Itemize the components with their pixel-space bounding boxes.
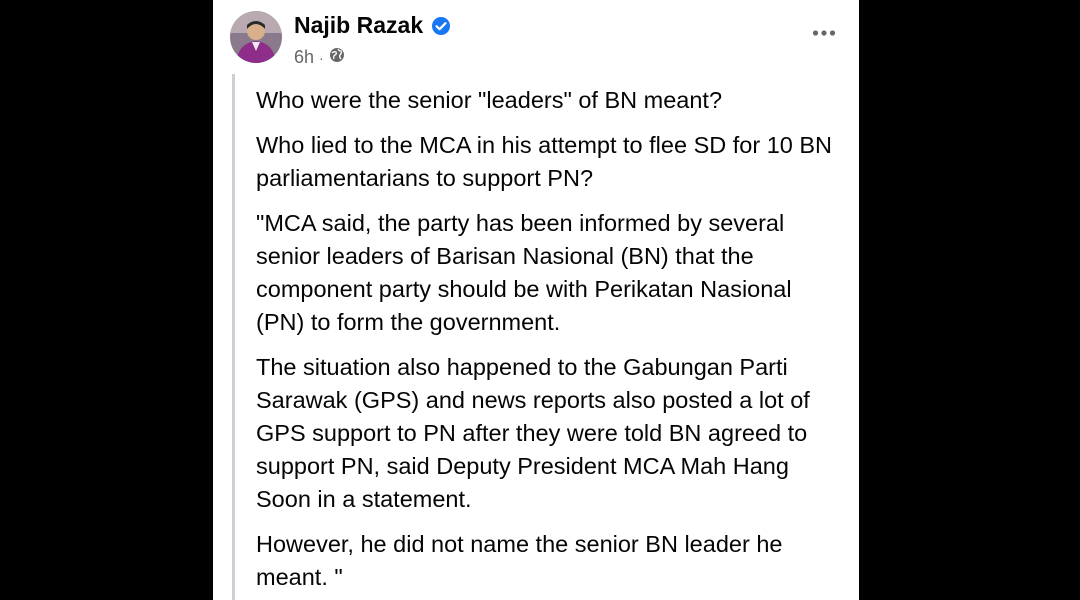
- post-body: Who were the senior "leaders" of BN mean…: [256, 84, 841, 600]
- author-header: Najib Razak: [294, 12, 451, 39]
- post-paragraph: "MCA said, the party has been informed b…: [256, 210, 792, 335]
- quote-bar: [232, 74, 235, 600]
- post-meta: 6h ·: [294, 47, 345, 68]
- post-timestamp[interactable]: 6h: [294, 47, 314, 68]
- post-paragraph: However, he did not name the senior BN l…: [256, 531, 783, 590]
- author-avatar[interactable]: [230, 11, 282, 63]
- verified-badge-icon: [431, 16, 451, 36]
- more-options-icon: [812, 30, 836, 36]
- post-paragraph: Who lied to the MCA in his attempt to fl…: [256, 132, 833, 191]
- post-card: Najib Razak 6h · Who were the senior "le…: [213, 0, 859, 600]
- more-options-button[interactable]: [809, 18, 839, 48]
- post-paragraph: The situation also happened to the Gabun…: [256, 354, 810, 512]
- author-name[interactable]: Najib Razak: [294, 12, 423, 39]
- globe-icon: [329, 47, 345, 68]
- post-paragraph: Who were the senior "leaders" of BN mean…: [256, 87, 723, 113]
- meta-separator: ·: [319, 49, 324, 66]
